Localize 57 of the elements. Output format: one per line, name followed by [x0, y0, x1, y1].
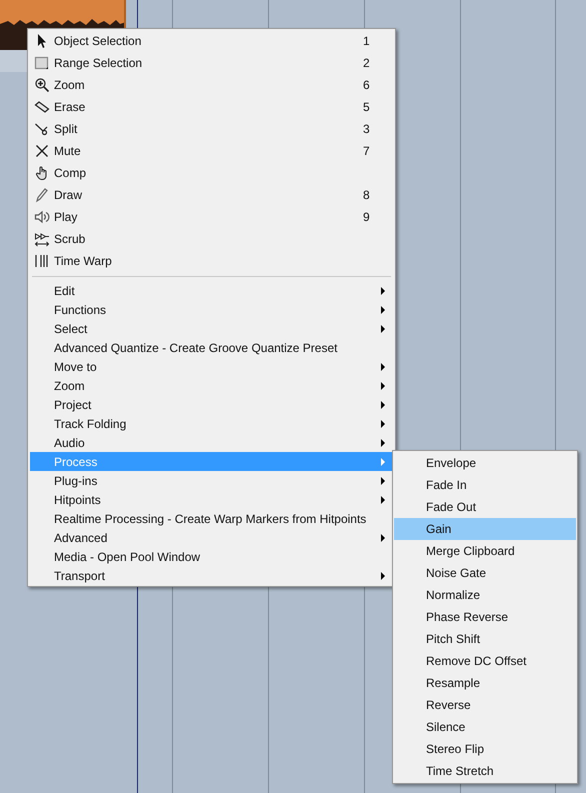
scrub-icon [34, 231, 50, 247]
shortcut-label: 7 [363, 143, 371, 160]
menu-item[interactable]: Audio [30, 433, 393, 452]
speaker-icon [34, 209, 50, 225]
menu-item[interactable]: Move to [30, 357, 393, 376]
shortcut-label: 8 [363, 187, 371, 204]
menu-item[interactable]: Normalize [394, 584, 576, 606]
cross-icon [34, 143, 50, 159]
menu-item[interactable]: Remove DC Offset [394, 650, 576, 672]
menu-item[interactable]: Advanced Quantize - Create Groove Quantize Preset [30, 338, 393, 357]
shortcut-label: 9 [363, 209, 371, 226]
menu-item[interactable]: Functions [30, 300, 393, 319]
menu-item[interactable]: Hitpoints [30, 490, 393, 509]
menu-item[interactable]: Pitch Shift [394, 628, 576, 650]
shortcut-label: 2 [363, 55, 371, 72]
menu-item[interactable]: Resample [394, 672, 576, 694]
menu-item[interactable]: Plug-ins [30, 471, 393, 490]
menu-item[interactable]: Silence [394, 716, 576, 738]
menu-item[interactable]: Split 3 [30, 118, 393, 140]
menu-item[interactable]: Select [30, 319, 393, 338]
menu-item[interactable]: Time Warp [30, 250, 393, 272]
menu-item[interactable]: Realtime Processing - Create Warp Markers from Hitpoints [30, 509, 393, 528]
menu-item[interactable]: Track Folding [30, 414, 393, 433]
menu-item[interactable]: Advanced [30, 528, 393, 547]
menu-item[interactable]: Reverse [394, 694, 576, 716]
menu-item[interactable]: Transport [30, 566, 393, 585]
menu-item[interactable]: Phase Reverse [394, 606, 576, 628]
menu-item[interactable]: Fade Out [394, 496, 576, 518]
menu-item[interactable]: Scrub [30, 228, 393, 250]
shortcut-label: 6 [363, 77, 371, 94]
pencil-icon [34, 187, 50, 203]
menu-item[interactable]: Stereo Flip [394, 738, 576, 760]
menu-item[interactable]: Project [30, 395, 393, 414]
menu-item[interactable]: Merge Clipboard [394, 540, 576, 562]
menu-item[interactable]: Noise Gate [394, 562, 576, 584]
menu-item[interactable]: Comp [30, 162, 393, 184]
bars-icon [34, 253, 50, 269]
zoom-icon [34, 77, 50, 93]
menu-item[interactable]: Zoom 6 [30, 74, 393, 96]
square-icon [34, 55, 50, 71]
menu-item[interactable]: Erase 5 [30, 96, 393, 118]
menu-item[interactable]: Range Selection 2 [30, 52, 393, 74]
menu-item[interactable]: Envelope [394, 452, 576, 474]
menu-item[interactable]: Object Selection 1 [30, 30, 393, 52]
menu-item[interactable]: Mute 7 [30, 140, 393, 162]
shortcut-label: 1 [363, 33, 371, 50]
shortcut-label: 3 [363, 121, 371, 138]
menu-item[interactable]: Media - Open Pool Window [30, 547, 393, 566]
menu-item[interactable]: Zoom [30, 376, 393, 395]
menu-item[interactable]: Gain [394, 518, 576, 540]
menu-item[interactable]: Time Stretch [394, 760, 576, 782]
menu-item[interactable]: Edit [30, 281, 393, 300]
menu-item[interactable]: Play 9 [30, 206, 393, 228]
menu-item[interactable]: Draw 8 [30, 184, 393, 206]
shortcut-label: 5 [363, 99, 371, 116]
eraser-icon [34, 99, 50, 115]
menu-item[interactable]: Fade In [394, 474, 576, 496]
